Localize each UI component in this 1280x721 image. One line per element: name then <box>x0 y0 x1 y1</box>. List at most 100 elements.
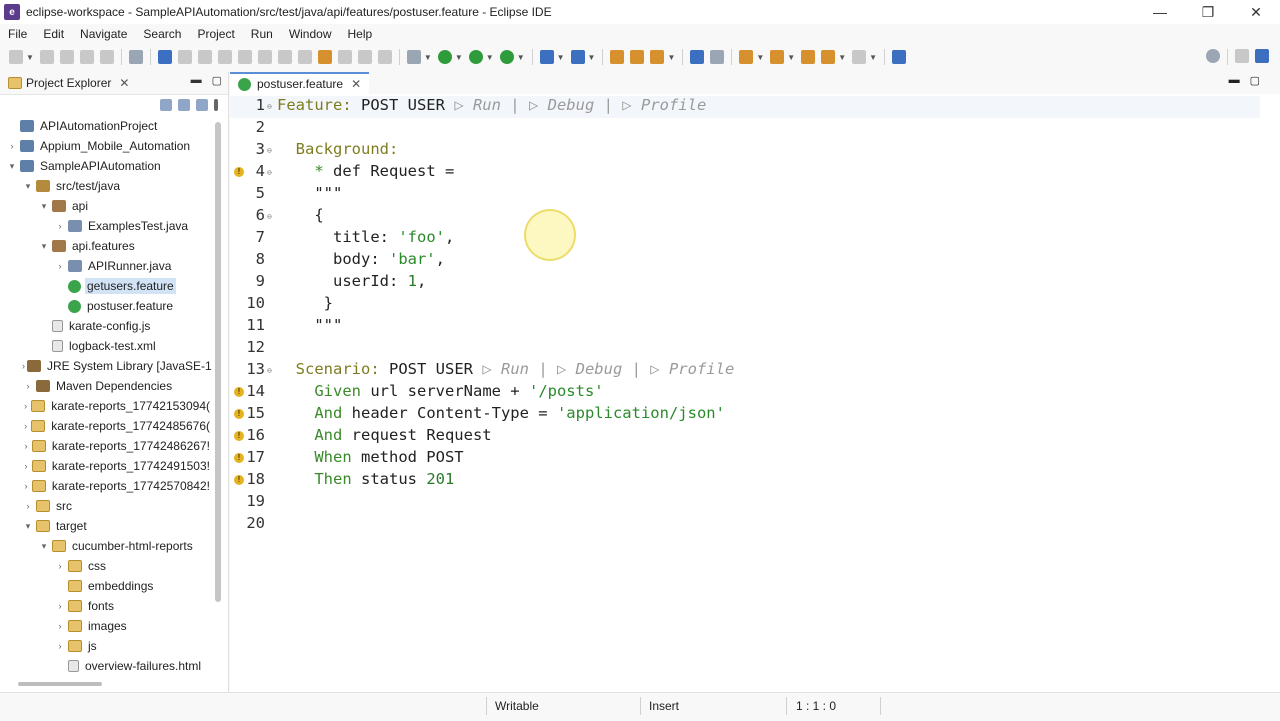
collapse-all-icon[interactable] <box>160 99 172 111</box>
tree-item[interactable]: › css <box>0 556 212 576</box>
tree-item[interactable]: embeddings <box>0 576 212 596</box>
menu-navigate[interactable]: Navigate <box>72 27 135 41</box>
tree-item[interactable]: ▾ api.features <box>0 236 212 256</box>
toggle-block-selection-icon[interactable] <box>337 50 352 64</box>
save-all-icon[interactable] <box>59 50 74 64</box>
minimize-view-icon[interactable]: ▬ <box>1229 74 1240 87</box>
pin-editor-icon[interactable] <box>892 50 907 64</box>
chevron-down-icon[interactable]: ▼ <box>424 53 432 62</box>
expanded-chevron-icon[interactable]: ▾ <box>38 541 50 552</box>
tree-item[interactable]: getusers.feature <box>0 276 212 296</box>
toggle-mark-occurrences-icon[interactable] <box>317 50 332 64</box>
tab-postuser-feature[interactable]: postuser.feature ✕ <box>230 72 370 94</box>
step-into-icon[interactable] <box>257 50 272 64</box>
close-icon[interactable]: ✕ <box>351 77 361 91</box>
tree-item[interactable]: › src <box>0 496 212 516</box>
menu-run[interactable]: Run <box>243 27 281 41</box>
view-menu-icon[interactable] <box>214 99 218 111</box>
code-line[interactable]: 20 <box>230 514 1260 536</box>
redo-icon[interactable] <box>99 50 114 64</box>
collapsed-chevron-icon[interactable]: › <box>54 641 66 651</box>
code-line[interactable]: 7 title: 'foo', <box>230 228 1260 250</box>
tree-item[interactable]: › ExamplesTest.java <box>0 216 212 236</box>
maximize-button[interactable]: ❐ <box>1184 0 1232 24</box>
chevron-down-icon[interactable]: ▼ <box>486 53 494 62</box>
code-lens-actions[interactable]: ▷ Run | ▷ Debug | ▷ Profile <box>482 360 734 378</box>
run-icon[interactable] <box>437 50 452 64</box>
expanded-chevron-icon[interactable]: ▾ <box>38 241 50 252</box>
back-icon[interactable] <box>821 50 836 64</box>
open-task-icon[interactable] <box>630 50 645 64</box>
tab-project-explorer[interactable]: Project Explorer ✕ <box>0 72 135 94</box>
skip-breakpoints-icon[interactable] <box>128 50 143 64</box>
code-line[interactable]: 12 <box>230 338 1260 360</box>
new-class-icon[interactable] <box>570 50 585 64</box>
code-line[interactable]: 2 <box>230 118 1260 140</box>
expanded-chevron-icon[interactable]: ▾ <box>6 161 18 172</box>
show-whitespace-icon[interactable] <box>357 50 372 64</box>
collapsed-chevron-icon[interactable]: › <box>22 461 30 471</box>
code-line[interactable]: 3 ⊖ Background: <box>230 140 1260 162</box>
previous-annotation-icon[interactable] <box>770 50 785 64</box>
chevron-down-icon[interactable]: ▼ <box>756 53 764 62</box>
menu-project[interactable]: Project <box>189 27 242 41</box>
chevron-down-icon[interactable]: ▼ <box>667 53 675 62</box>
collapsed-chevron-icon[interactable]: › <box>22 401 29 411</box>
editor-horizontal-scrollbar[interactable] <box>280 678 1240 688</box>
code-line[interactable]: 10 } <box>230 294 1260 316</box>
pilcrow-icon[interactable] <box>377 50 392 64</box>
tree-item[interactable]: APIAutomationProject <box>0 116 212 136</box>
java-perspective-icon[interactable] <box>1255 49 1269 63</box>
collapsed-chevron-icon[interactable]: › <box>22 481 30 491</box>
code-line[interactable]: 13 ⊖ Scenario: POST USER ▷ Run | ▷ Debug … <box>230 360 1260 382</box>
search-tool-icon[interactable] <box>650 50 665 64</box>
open-type-icon[interactable] <box>610 50 625 64</box>
tree-item[interactable]: › fonts <box>0 596 212 616</box>
chevron-down-icon[interactable]: ▼ <box>26 53 34 62</box>
tree-item[interactable]: overview-failures.html <box>0 656 212 676</box>
chevron-down-icon[interactable]: ▼ <box>517 53 525 62</box>
next-annotation-icon[interactable] <box>739 50 754 64</box>
undo-icon[interactable] <box>79 50 94 64</box>
tree-item[interactable]: › JRE System Library [JavaSE-17 <box>0 356 212 376</box>
collapsed-chevron-icon[interactable]: › <box>54 561 66 571</box>
maximize-view-icon[interactable]: ▢ <box>212 74 222 87</box>
tree-item[interactable]: › js <box>0 636 212 656</box>
expanded-chevron-icon[interactable]: ▾ <box>22 181 34 192</box>
code-line[interactable]: 11 """ <box>230 316 1260 338</box>
tree-item[interactable]: › karate-reports_17742153094( <box>0 396 212 416</box>
expanded-chevron-icon[interactable]: ▾ <box>38 201 50 212</box>
open-perspective-icon[interactable] <box>1235 49 1249 63</box>
chevron-down-icon[interactable]: ▼ <box>787 53 795 62</box>
new-java-project-icon[interactable] <box>539 50 554 64</box>
disconnect-icon[interactable] <box>237 50 252 64</box>
external-tools-icon[interactable] <box>499 50 514 64</box>
step-over-icon[interactable] <box>277 50 292 64</box>
tree-item[interactable]: › karate-reports_17742491503! <box>0 456 212 476</box>
collapsed-chevron-icon[interactable]: › <box>22 381 34 391</box>
status-insert-mode[interactable]: Insert <box>649 699 679 713</box>
chevron-down-icon[interactable]: ▼ <box>557 53 565 62</box>
tree-item[interactable]: › Maven Dependencies <box>0 376 212 396</box>
code-line[interactable]: 1 ⊖ Feature: POST USER ▷ Run | ▷ Debug | ▷… <box>230 96 1260 118</box>
editor-vertical-scrollbar[interactable] <box>1270 98 1276 670</box>
forward-icon[interactable] <box>852 50 867 64</box>
collapsed-chevron-icon[interactable]: › <box>6 141 18 151</box>
collapsed-chevron-icon[interactable]: › <box>22 421 29 431</box>
close-icon[interactable]: ✕ <box>119 76 129 90</box>
tree-item[interactable]: ▾ api <box>0 196 212 216</box>
tree-item[interactable]: › karate-reports_17742485676( <box>0 416 212 436</box>
fold-toggle-icon[interactable]: ⊖ <box>267 366 272 375</box>
search-icon[interactable] <box>1206 49 1220 63</box>
tree-item[interactable]: › APIRunner.java <box>0 256 212 276</box>
chevron-down-icon[interactable]: ▼ <box>869 53 877 62</box>
tree-item[interactable]: › images <box>0 616 212 636</box>
chevron-down-icon[interactable]: ▼ <box>455 53 463 62</box>
code-line[interactable]: ! 17 When method POST <box>230 448 1260 470</box>
fold-toggle-icon[interactable]: ⊖ <box>267 146 272 155</box>
explorer-horizontal-scrollbar[interactable] <box>18 682 102 686</box>
coverage-icon[interactable] <box>468 50 483 64</box>
collapsed-chevron-icon[interactable]: › <box>22 361 25 371</box>
code-line[interactable]: 9 userId: 1, <box>230 272 1260 294</box>
debug-icon[interactable] <box>406 50 421 64</box>
